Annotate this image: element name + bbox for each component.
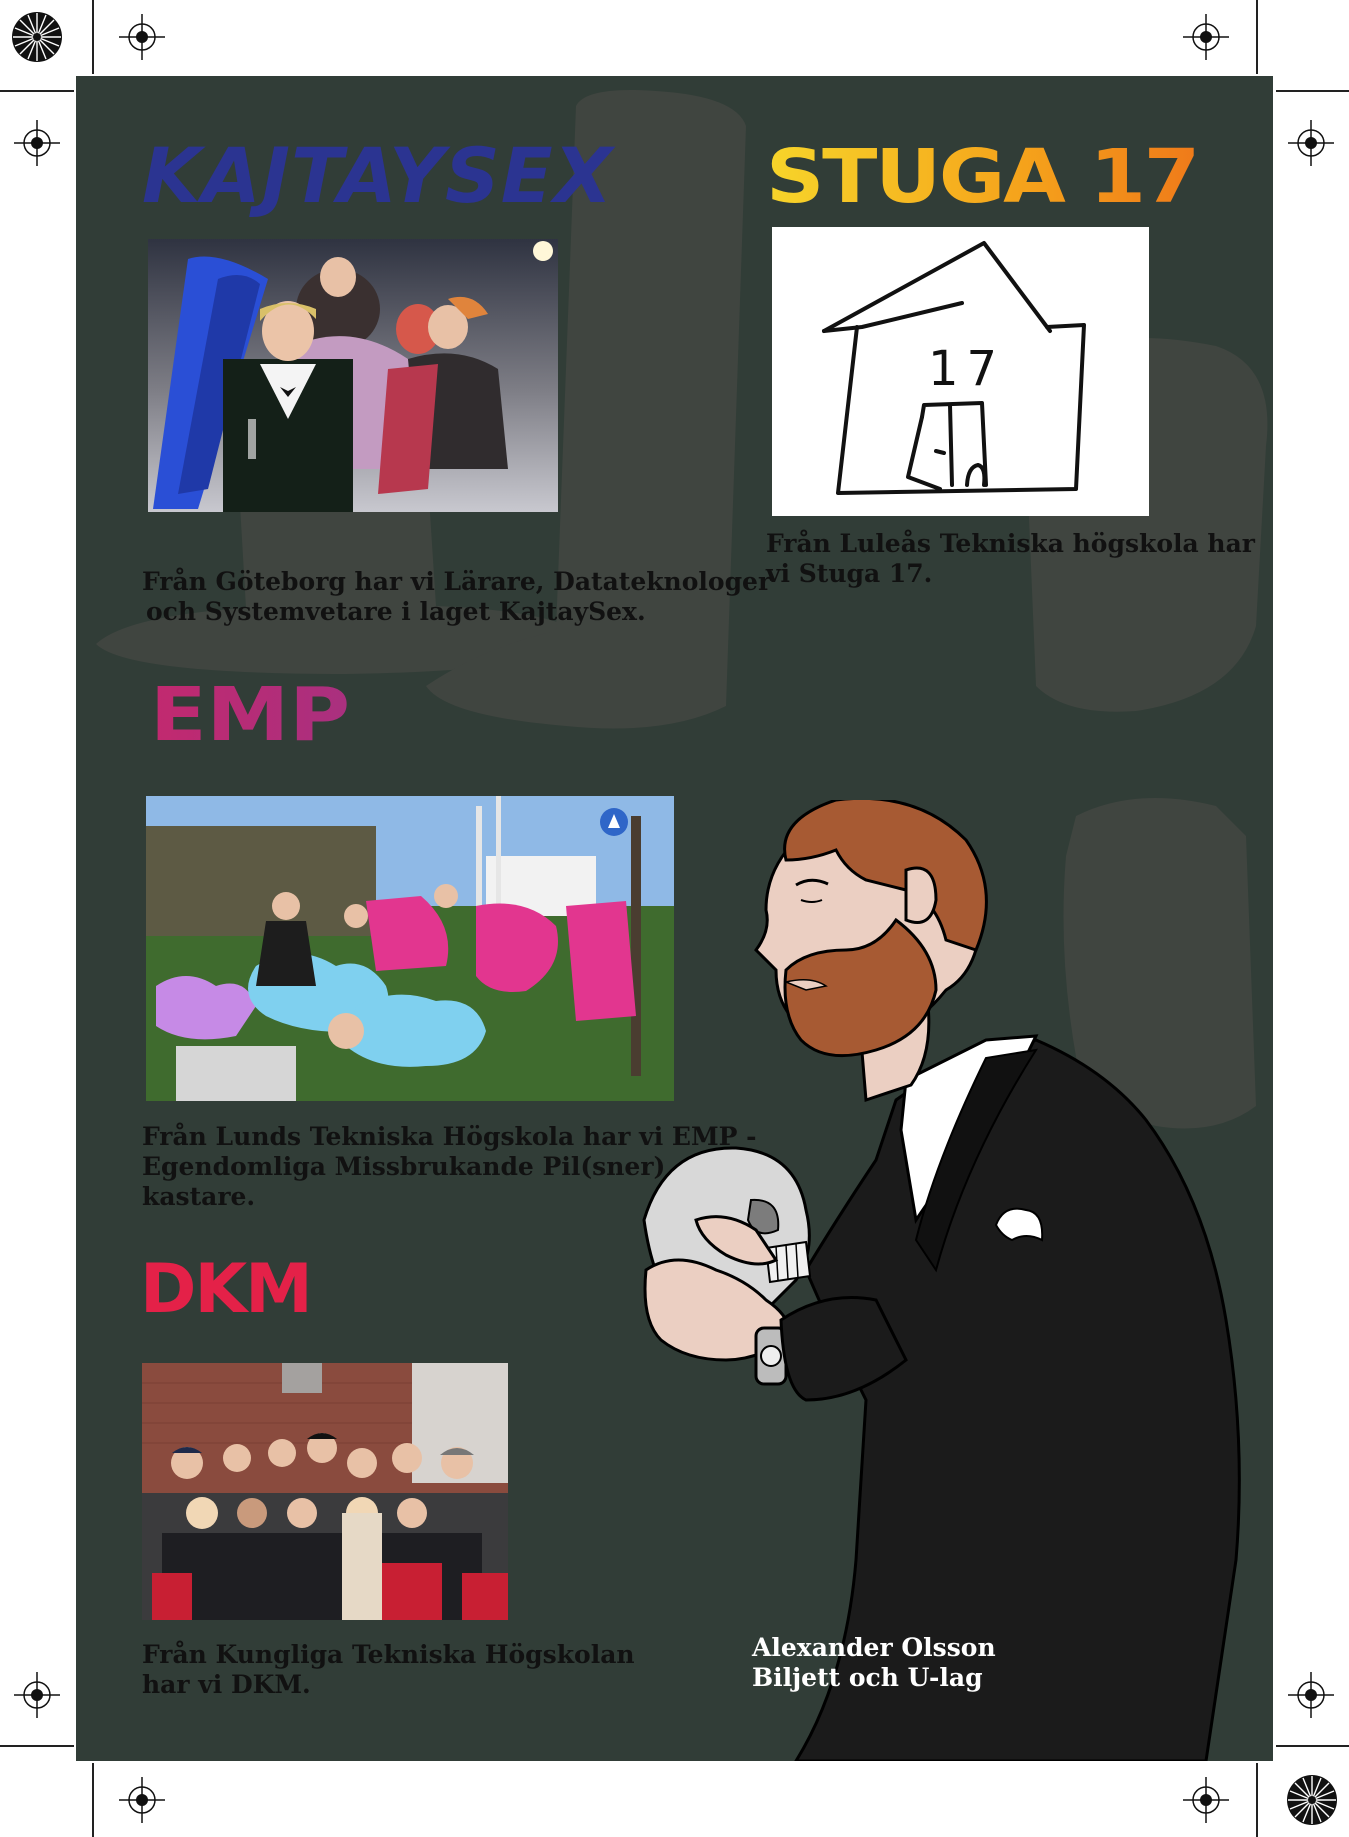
caption-line: vi Stuga 17.	[766, 559, 933, 588]
team-kajtaysex-photo	[148, 239, 558, 512]
crop-line	[0, 90, 74, 92]
team-title-stuga17: STUGA 17	[766, 134, 1200, 220]
caption-line: Från Kungliga Tekniska Högskolan	[142, 1640, 635, 1669]
caption-line: Från Luleås Tekniska högskola har	[766, 529, 1255, 558]
registration-mark	[1183, 1777, 1229, 1823]
caption-line: har vi DKM.	[142, 1670, 311, 1699]
team-title-emp-text: EMP	[150, 674, 350, 750]
starburst-mark	[12, 12, 62, 62]
registration-mark	[1288, 120, 1334, 166]
team-title-kajtaysex: KAJTAYSEX	[142, 131, 614, 220]
registration-mark	[14, 1672, 60, 1718]
stuga17-house-drawing: 17	[772, 227, 1149, 516]
registration-mark	[119, 1777, 165, 1823]
page-panel: KAJTAYSEX Från Göteborg har vi Lärare, D…	[76, 76, 1273, 1761]
team-dkm-photo	[142, 1363, 508, 1620]
team-kajtaysex-caption: Från Göteborg har vi Lärare, Datateknolo…	[142, 567, 771, 627]
house-number: 17	[928, 341, 1005, 397]
caption-line: och Systemvetare i laget KajtaySex.	[146, 597, 646, 626]
crop-line	[1276, 90, 1349, 92]
crop-line	[1256, 1763, 1258, 1837]
pocket-square	[994, 1207, 1044, 1242]
team-stuga17-caption: Från Luleås Tekniska högskola har vi Stu…	[766, 529, 1255, 589]
man-holding-skull-illustration	[642, 800, 1241, 1761]
team-emp-photo	[146, 796, 674, 1101]
starburst-mark	[1287, 1775, 1337, 1825]
team-title-dkm: DKM	[140, 1250, 313, 1329]
crop-line	[92, 0, 94, 74]
team-dkm-caption: Från Kungliga Tekniska Högskolan har vi …	[142, 1640, 635, 1700]
registration-mark	[1288, 1672, 1334, 1718]
caption-line: Från Göteborg har vi Lärare, Datateknolo…	[142, 567, 772, 596]
crop-line	[0, 1745, 74, 1747]
team-title-emp: EMP	[150, 674, 350, 750]
credit-name: Alexander Olsson	[752, 1633, 996, 1662]
credit-role: Biljett och U-lag	[752, 1663, 983, 1692]
registration-mark	[1183, 14, 1229, 60]
crop-line	[92, 1763, 94, 1837]
credit-block: Alexander Olsson Biljett och U-lag	[752, 1633, 996, 1693]
crop-line	[1256, 0, 1258, 74]
registration-mark	[14, 120, 60, 166]
team-title-stuga17-text: STUGA 17	[766, 134, 1198, 220]
crop-line	[1276, 1745, 1349, 1747]
registration-mark	[119, 14, 165, 60]
